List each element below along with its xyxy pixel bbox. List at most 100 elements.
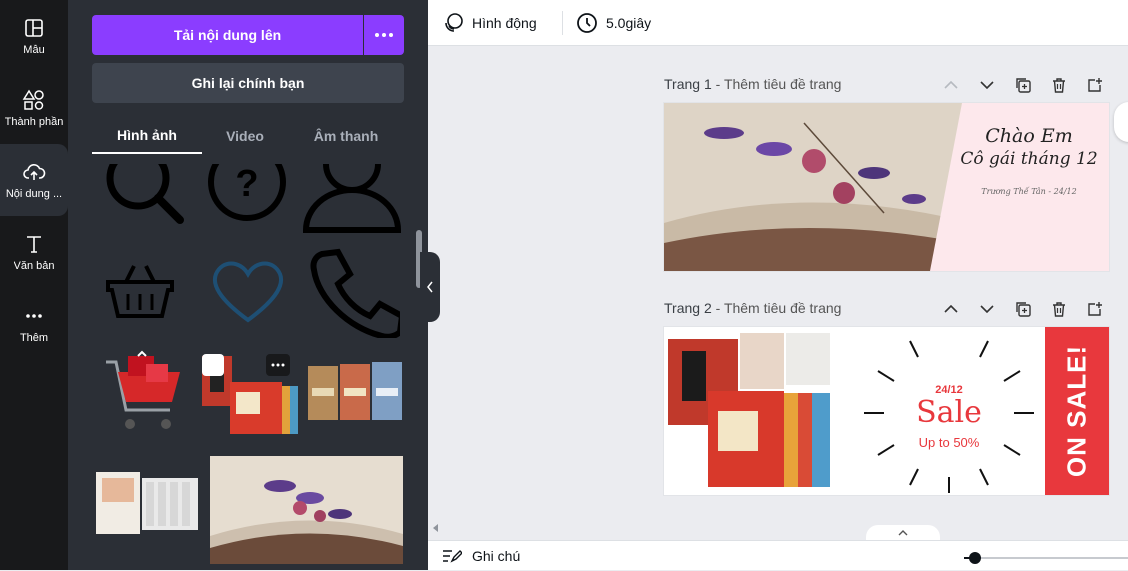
side-rail: Mẫu Thành phần Nội dung ... Văn bản Thêm [0, 0, 68, 570]
page-side-handle[interactable] [1114, 102, 1128, 142]
design-sale-text: Sale [916, 395, 982, 430]
uploads-panel: Tải nội dung lên Ghi lại chính bạn Hình … [68, 0, 428, 570]
design-title-line1: Chào Em [985, 125, 1073, 147]
thumb-options-button[interactable] [266, 354, 290, 376]
toolbar-divider [562, 11, 563, 35]
shopping-basket-icon [106, 265, 174, 318]
search-icon-thumb[interactable] [98, 164, 190, 230]
page-number: Trang 1 [664, 76, 712, 92]
duplicate-page-button[interactable] [1012, 298, 1034, 320]
basket-icon-thumb[interactable] [104, 262, 176, 322]
trash-icon [1053, 78, 1065, 93]
shopping-cart-icon [106, 350, 180, 429]
record-yourself-button[interactable]: Ghi lại chính bạn [92, 63, 404, 103]
rail-item-uploads[interactable]: Nội dung ... [0, 144, 68, 216]
add-page-icon [1088, 78, 1102, 92]
heart-icon [212, 261, 284, 323]
collapse-panel-handle[interactable] [420, 252, 440, 322]
chevron-up-icon [944, 305, 958, 313]
heart-icon-thumb[interactable] [208, 256, 288, 326]
tab-video[interactable]: Video [202, 118, 288, 154]
upload-options-button[interactable] [364, 15, 404, 55]
notes-label: Ghi chú [472, 548, 521, 564]
page-2-label[interactable]: Trang 2 - Thêm tiêu đề trang [664, 300, 841, 316]
cart-image-thumb[interactable] [100, 350, 190, 440]
page-title-placeholder: Thêm tiêu đề trang [723, 300, 842, 316]
more-dots-icon [26, 314, 42, 318]
zoom-slider-track[interactable] [964, 557, 1128, 559]
page-number: Trang 2 [664, 300, 712, 316]
user-icon-thumb[interactable] [302, 164, 402, 234]
rail-label: Nội dung ... [5, 188, 63, 200]
notes-button[interactable]: Ghi chú [442, 541, 520, 571]
page-1-label[interactable]: Trang 1 - Thêm tiêu đề trang [664, 76, 841, 92]
rail-label: Văn bản [13, 260, 55, 272]
books-trio-image-thumb[interactable] [306, 360, 404, 426]
add-page-button[interactable] [1084, 298, 1106, 320]
move-page-up-button[interactable] [940, 74, 962, 96]
help-icon-thumb[interactable]: ? [202, 164, 292, 230]
bottom-bar: Ghi chú [428, 540, 1128, 570]
scroll-left-icon[interactable] [431, 523, 441, 533]
design-byline: Trương Thế Tân - 24/12 [981, 187, 1077, 196]
chevron-down-icon [980, 81, 994, 89]
rail-item-text[interactable]: Văn bản [0, 216, 68, 288]
chevron-down-icon [980, 305, 994, 313]
duplicate-page-button[interactable] [1012, 74, 1034, 96]
book-flowers-image-thumb[interactable] [210, 456, 403, 564]
rail-label: Thành phần [4, 116, 64, 128]
clock-icon [577, 13, 597, 33]
question-mark-icon: ? [208, 164, 286, 221]
animate-button[interactable]: Hình động [442, 0, 537, 46]
white-book-box-image-thumb[interactable] [94, 468, 202, 538]
chevron-left-icon [427, 281, 433, 293]
move-page-down-button[interactable] [976, 298, 998, 320]
duration-label: 5.0giây [606, 15, 652, 31]
book-box-image-thumb[interactable] [200, 352, 300, 440]
upload-cloud-icon [23, 164, 46, 180]
editor-toolbar: Hình động 5.0giây [428, 0, 1128, 46]
upload-media-button[interactable]: Tải nội dung lên [92, 15, 363, 55]
move-page-down-button[interactable] [976, 74, 998, 96]
rail-item-templates[interactable]: Mẫu [0, 0, 68, 72]
design-discount-text: Up to 50% [918, 435, 980, 450]
select-checkbox[interactable] [202, 354, 224, 376]
animate-icon [445, 13, 463, 32]
template-icon [25, 19, 43, 37]
rail-item-elements[interactable]: Thành phần [0, 72, 68, 144]
chevron-up-icon [898, 530, 908, 536]
expand-pages-button[interactable] [866, 525, 940, 541]
rail-label: Mẫu [23, 44, 45, 56]
svg-text:?: ? [235, 164, 258, 205]
tab-audio[interactable]: Âm thanh [288, 118, 404, 154]
more-dots-icon [375, 33, 393, 37]
tab-images[interactable]: Hình ảnh [92, 118, 202, 154]
rail-item-more[interactable]: Thêm [0, 288, 68, 360]
delete-page-button[interactable] [1048, 298, 1070, 320]
page-1-canvas[interactable]: Chào Em Cô gái tháng 12 Trương Thế Tân -… [664, 103, 1109, 271]
more-dots-icon [271, 363, 285, 367]
add-page-icon [1088, 302, 1102, 316]
books-image [308, 362, 402, 420]
on-sale-banner: ON SALE! [1045, 327, 1109, 495]
duration-button[interactable]: 5.0giây [576, 0, 651, 46]
book-set-photo [668, 333, 830, 487]
book-flowers-image [210, 456, 403, 564]
elements-icon [22, 89, 44, 110]
phone-icon-thumb[interactable] [308, 248, 400, 338]
page-2-canvas[interactable]: 24/12 Sale Up to 50% ON SALE! [664, 327, 1109, 495]
trash-icon [1053, 302, 1065, 317]
on-sale-text: ON SALE! [1061, 344, 1092, 478]
book-box-image [96, 472, 198, 534]
chevron-up-icon [944, 81, 958, 89]
design-title-line2: Cô gái tháng 12 [960, 149, 1098, 169]
text-icon [27, 236, 41, 253]
page-title-placeholder: Thêm tiêu đề trang [723, 76, 842, 92]
user-icon [302, 164, 402, 233]
delete-page-button[interactable] [1048, 74, 1070, 96]
search-icon [106, 164, 184, 224]
animate-label: Hình động [472, 15, 537, 31]
add-page-button[interactable] [1084, 74, 1106, 96]
move-page-up-button[interactable] [940, 298, 962, 320]
zoom-slider-thumb[interactable] [969, 552, 981, 564]
